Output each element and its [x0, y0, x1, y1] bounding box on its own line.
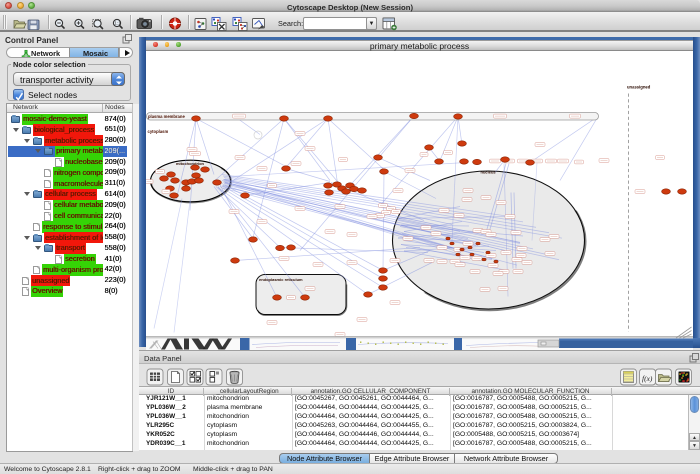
svg-text:cytoplasm: cytoplasm: [148, 129, 169, 134]
svg-text:mitochondrion: mitochondrion: [176, 161, 205, 166]
svg-text:nucleus: nucleus: [481, 169, 497, 174]
svg-text:unassigned: unassigned: [627, 84, 651, 89]
svg-text:1:1: 1:1: [114, 21, 121, 26]
svg-text:endoplasmic reticulum: endoplasmic reticulum: [259, 277, 303, 282]
svg-text:plasma membrane: plasma membrane: [148, 114, 185, 119]
svg-text:f(x): f(x): [642, 374, 653, 383]
